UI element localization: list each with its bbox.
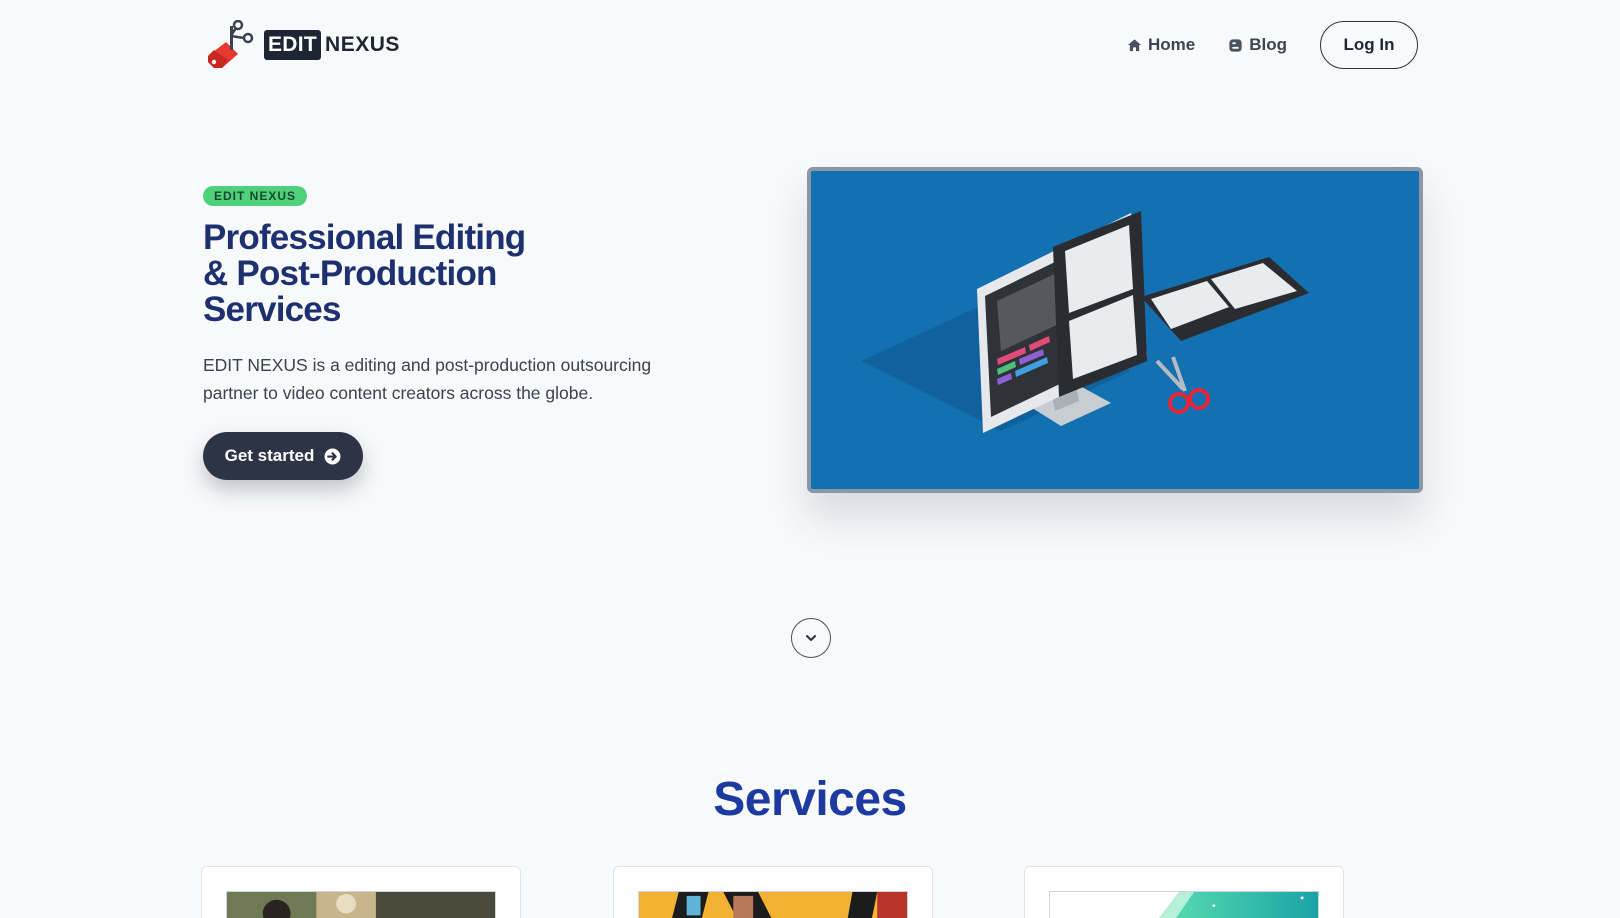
brand-nexus-text: NEXUS — [325, 33, 400, 56]
top-navbar: EDIT NEXUS Home Blog Log In — [0, 0, 1620, 90]
hero-title-line-1: Professional Editing — [203, 218, 526, 257]
nav-blog-label: Blog — [1249, 35, 1287, 54]
hero-illustration — [807, 167, 1423, 493]
scissors-tag-icon — [208, 20, 254, 68]
gradient-graphic — [1050, 892, 1318, 918]
monitor-filmstrip-scissors-illustration — [811, 171, 1419, 489]
blogger-icon — [1229, 38, 1242, 52]
hero-title: Professional Editing & Post-Production S… — [203, 220, 623, 328]
service-card-image — [638, 891, 908, 918]
hero-title-line-2: & Post-Production — [203, 254, 497, 293]
nav-home-link[interactable]: Home — [1127, 35, 1195, 55]
nav-links: Home Blog Log In — [1127, 21, 1418, 69]
arrow-circle-right-icon — [324, 448, 341, 464]
scroll-down-button[interactable] — [791, 618, 831, 658]
brand-edit-text: EDIT — [264, 30, 322, 60]
hero-badge: EDIT NEXUS — [203, 186, 308, 206]
hero-title-line-3: Services — [203, 290, 341, 329]
hero-description: EDIT NEXUS is a editing and post-product… — [203, 355, 652, 403]
services-heading: Services — [713, 773, 907, 826]
filmstrip-collage-photo — [639, 892, 907, 918]
home-icon — [1127, 38, 1142, 51]
get-started-label: Get started — [224, 446, 315, 465]
nav-home-label: Home — [1147, 35, 1196, 54]
service-card-image — [1049, 891, 1319, 918]
nav-blog-link[interactable]: Blog — [1228, 35, 1287, 55]
chevron-down-icon — [806, 635, 816, 641]
get-started-button[interactable]: Get started — [203, 432, 363, 480]
service-card[interactable] — [201, 866, 521, 918]
video-editing-photo — [227, 892, 495, 918]
service-card[interactable] — [613, 866, 933, 918]
login-button[interactable]: Log In — [1320, 21, 1418, 69]
service-card-image — [226, 891, 496, 918]
service-card[interactable] — [1024, 866, 1344, 918]
brand-logo[interactable]: EDIT NEXUS — [204, 20, 400, 70]
